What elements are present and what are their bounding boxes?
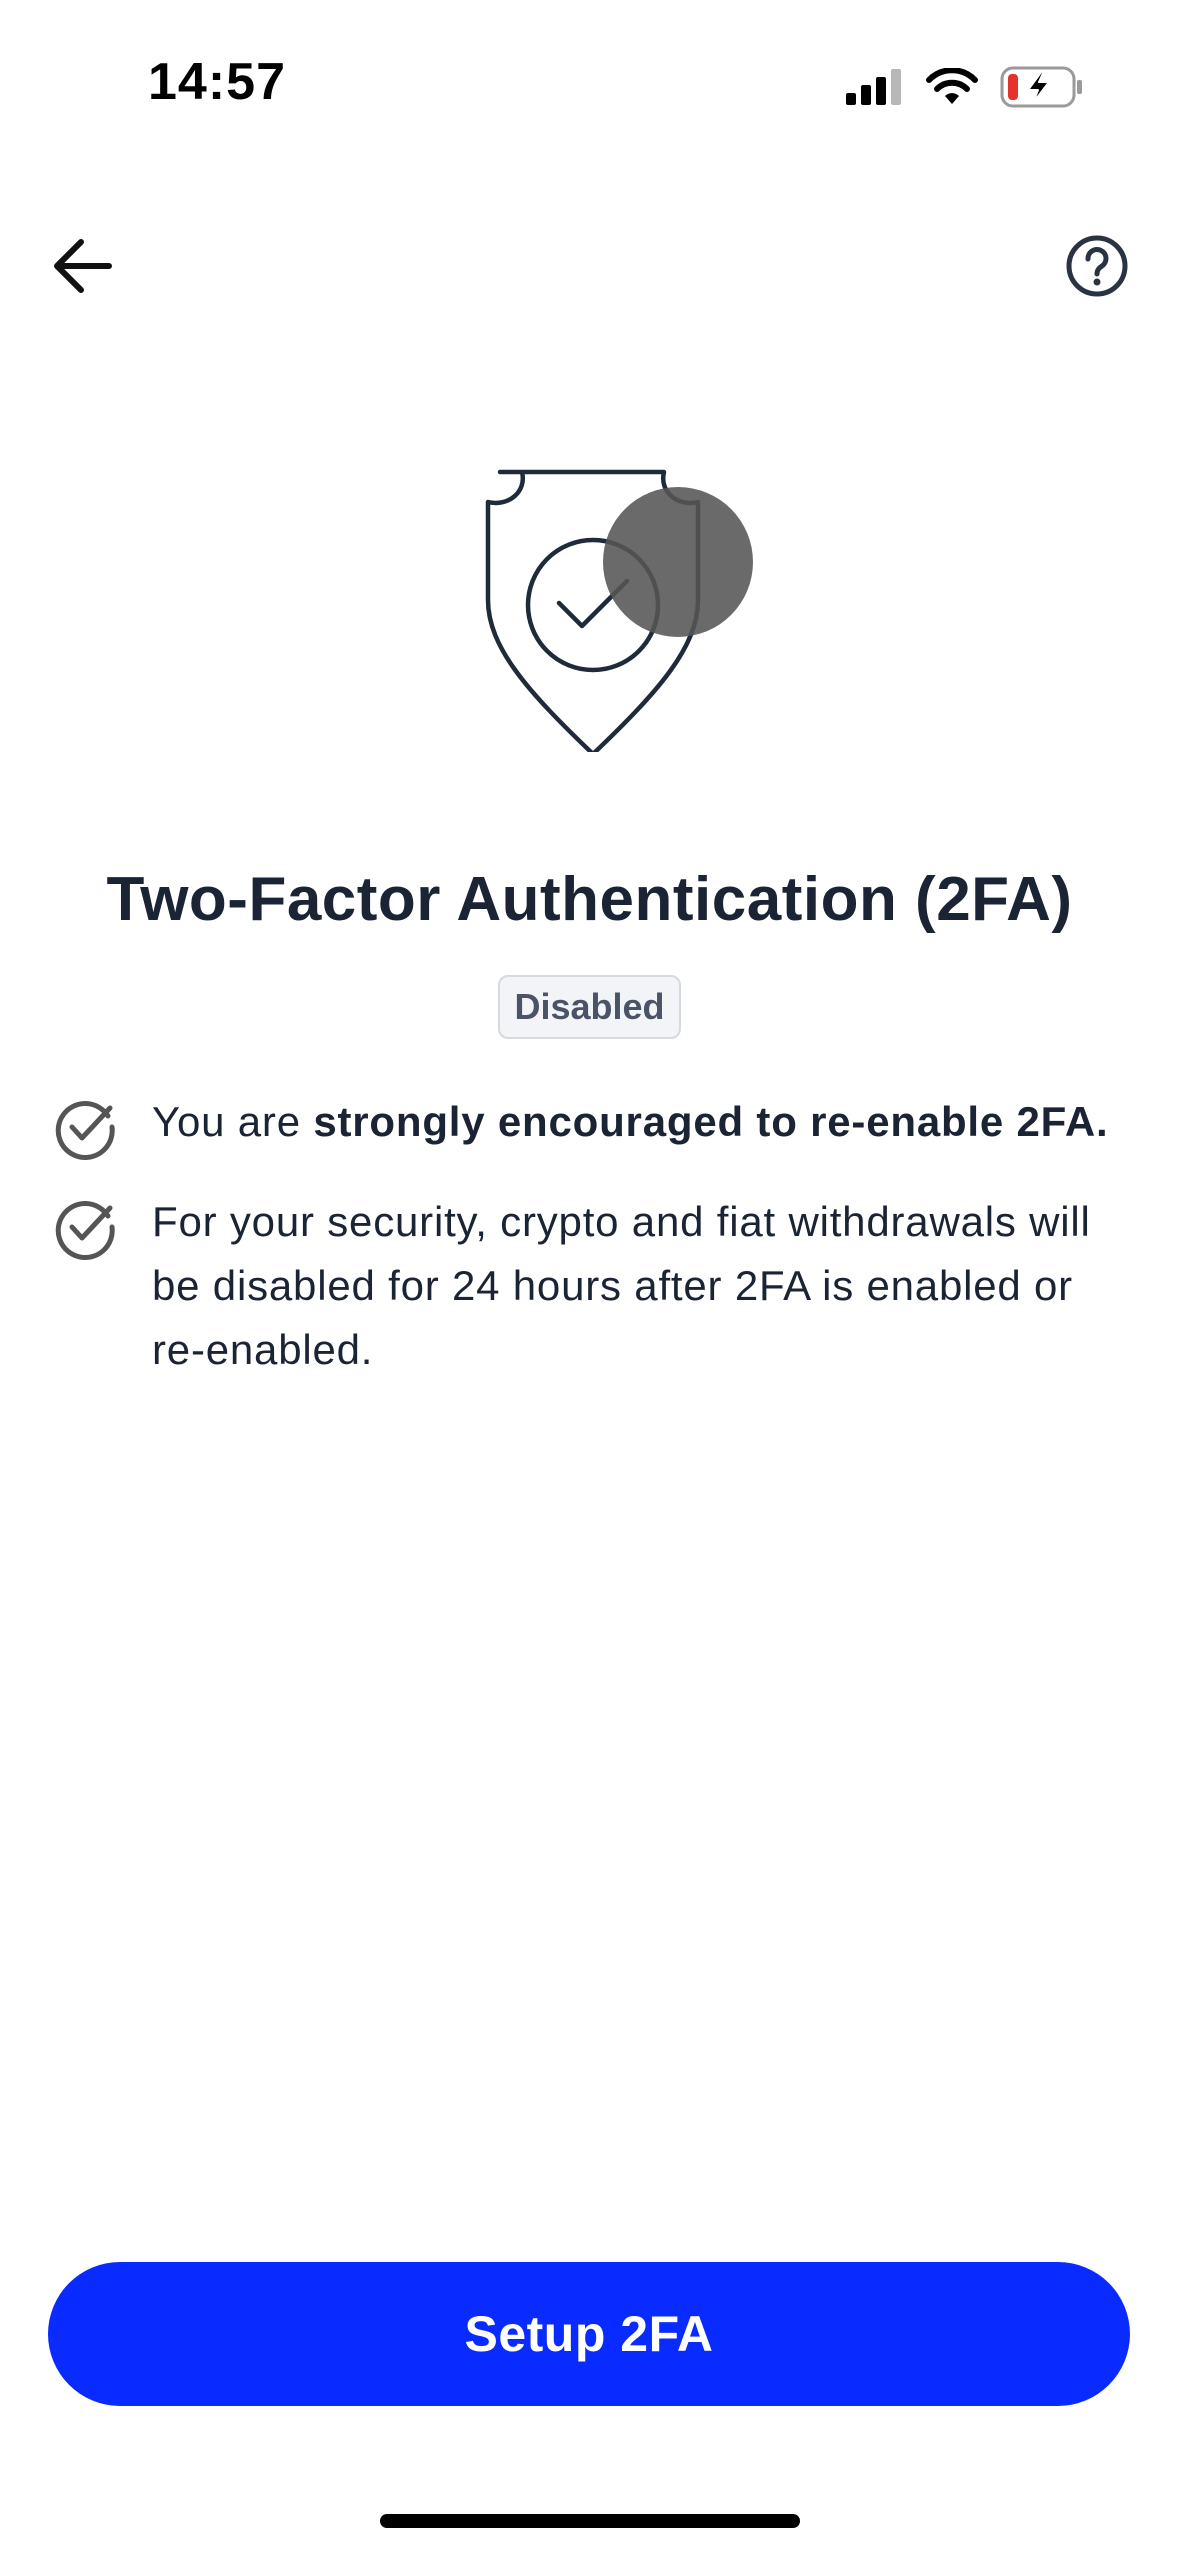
- info-item-reenable: You are strongly encouraged to re-enable…: [52, 1090, 1127, 1160]
- info-text-bold: strongly encouraged to re-enable 2FA.: [313, 1098, 1109, 1145]
- status-time: 14:57: [148, 53, 286, 111]
- info-text-withdrawals: For your security, crypto and fiat withd…: [152, 1198, 1091, 1373]
- question-circle-icon: [1066, 235, 1128, 297]
- status-badge-wrapper: Disabled: [0, 975, 1179, 1039]
- check-circle-icon: [55, 1201, 115, 1260]
- help-button[interactable]: [1059, 228, 1135, 304]
- status-icons: [846, 62, 1084, 112]
- arrow-left-icon: [54, 239, 112, 293]
- battery-charging-icon: [1000, 66, 1082, 108]
- cellular-signal-icon: [846, 69, 901, 105]
- home-indicator: [380, 2514, 800, 2528]
- info-list: You are strongly encouraged to re-enable…: [52, 1090, 1127, 1412]
- wifi-icon: [926, 68, 978, 104]
- shield-check-illustration: [470, 462, 760, 757]
- info-item-withdrawals: For your security, crypto and fiat withd…: [52, 1190, 1127, 1382]
- info-text-prefix: You are: [152, 1098, 314, 1145]
- check-circle-icon: [55, 1101, 115, 1160]
- info-text-reenable: You are strongly encouraged to re-enable…: [152, 1090, 1108, 1154]
- back-button[interactable]: [44, 228, 120, 304]
- page-title: Two-Factor Authentication (2FA): [106, 865, 1073, 934]
- setup-2fa-button[interactable]: Setup 2FA: [48, 2262, 1130, 2406]
- status-badge: Disabled: [498, 975, 681, 1039]
- shield-check-icon: [485, 469, 753, 757]
- status-bar: 14:57: [0, 0, 1179, 150]
